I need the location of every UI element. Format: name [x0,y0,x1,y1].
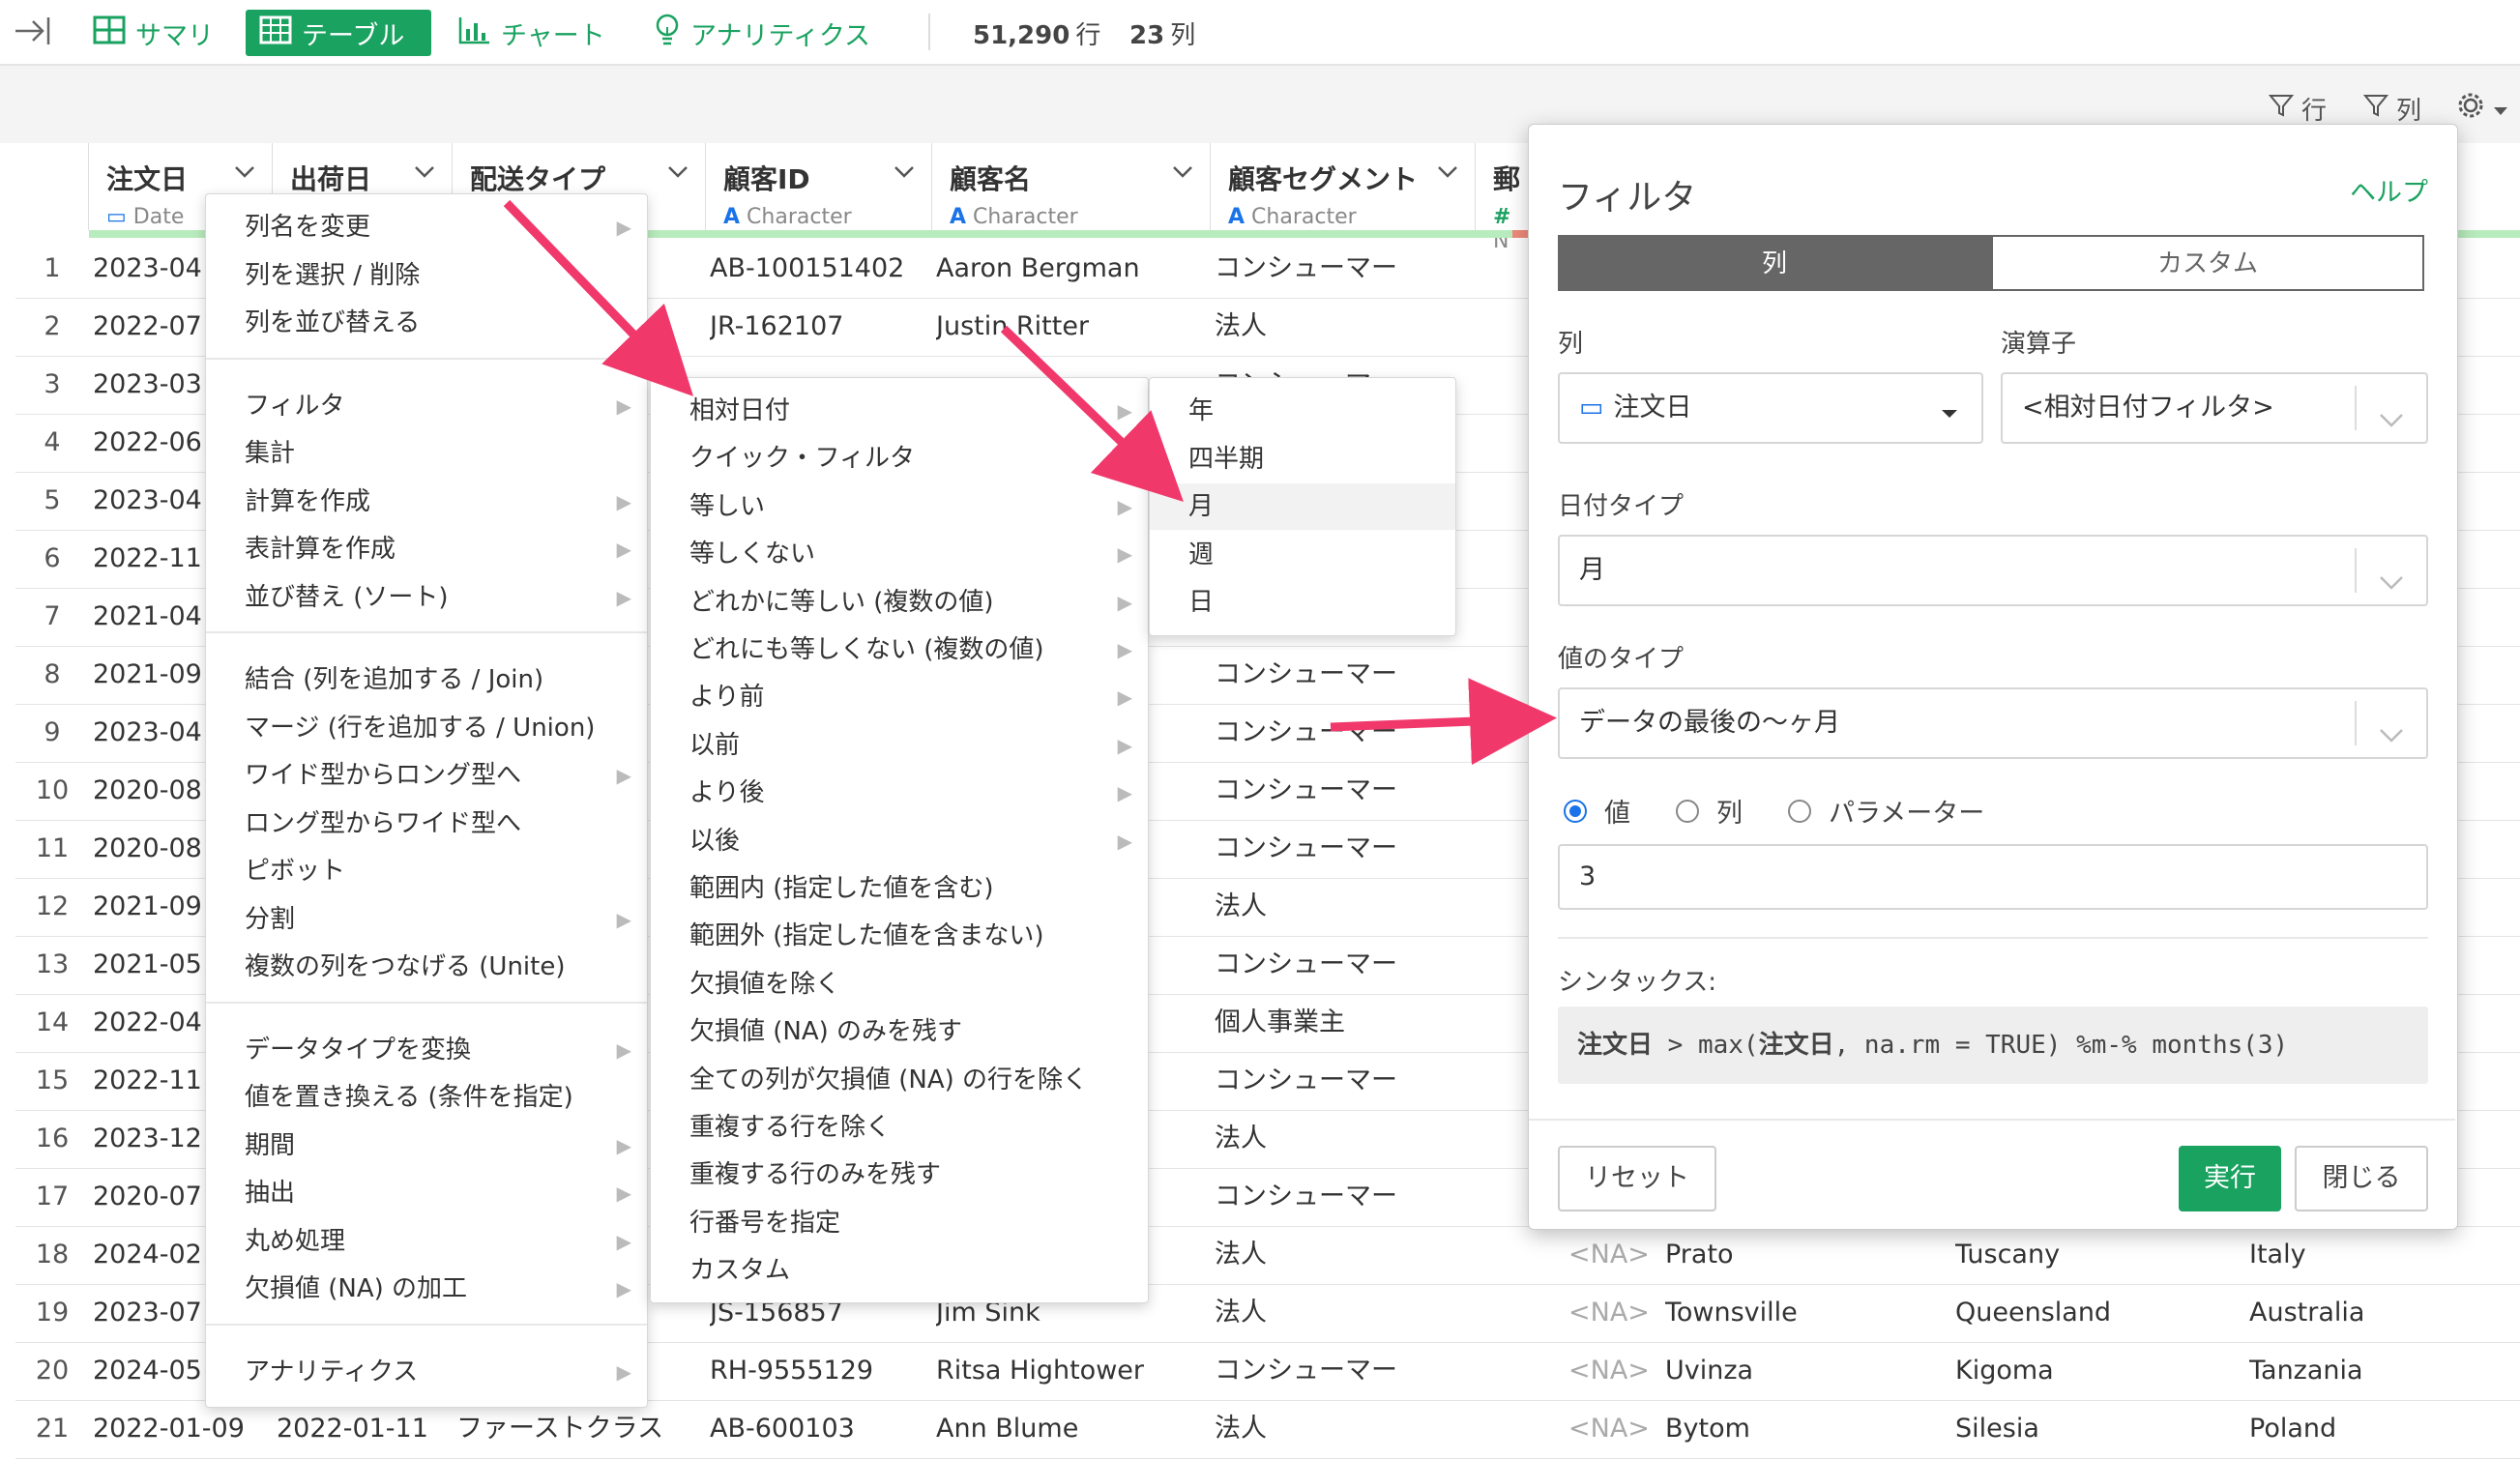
arrow-to-month [1000,325,1184,502]
arrow-to-value-type [1330,678,1557,766]
arrow-to-filter-submenu [503,199,694,396]
annotation-arrows [503,199,1557,766]
